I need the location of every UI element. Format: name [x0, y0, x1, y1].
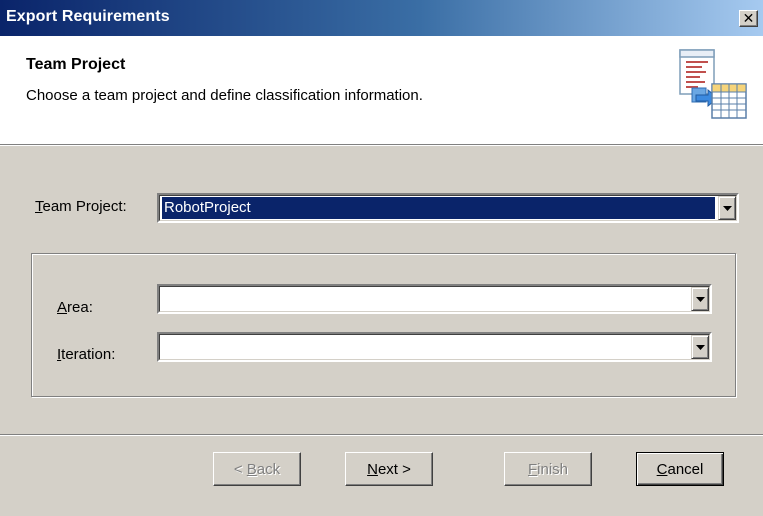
back-button[interactable]: < Back	[213, 452, 301, 486]
close-icon: ✕	[742, 10, 755, 27]
next-button[interactable]: Next >	[345, 452, 433, 486]
wizard-header: Team Project Choose a team project and d…	[0, 36, 763, 145]
chevron-down-icon	[695, 296, 705, 302]
iteration-dropdown[interactable]	[157, 332, 712, 362]
finish-button[interactable]: Finish	[504, 452, 592, 486]
classification-group	[31, 253, 736, 397]
window-title: Export Requirements	[6, 8, 170, 25]
page-title: Team Project	[26, 56, 126, 73]
area-dropdown-button[interactable]	[691, 287, 709, 311]
team-project-label: Team Project:	[35, 198, 127, 215]
iteration-label: Iteration:	[57, 346, 116, 363]
chevron-down-icon	[722, 205, 732, 211]
footer-separator	[0, 434, 763, 436]
cancel-button[interactable]: Cancel	[636, 452, 724, 486]
area-value	[162, 288, 688, 310]
page-subtitle: Choose a team project and define classif…	[26, 87, 423, 104]
team-project-dropdown[interactable]: RobotProject	[157, 193, 739, 223]
close-button[interactable]: ✕	[739, 10, 758, 27]
area-label: Area:	[57, 299, 93, 316]
chevron-down-icon	[695, 344, 705, 350]
title-bar[interactable]: Export Requirements ✕	[0, 0, 763, 36]
team-project-value: RobotProject	[162, 197, 715, 219]
document-export-to-spreadsheet-icon	[679, 49, 747, 119]
iteration-value	[162, 336, 688, 358]
area-dropdown[interactable]	[157, 284, 712, 314]
iteration-dropdown-button[interactable]	[691, 335, 709, 359]
team-project-dropdown-button[interactable]	[718, 196, 736, 220]
